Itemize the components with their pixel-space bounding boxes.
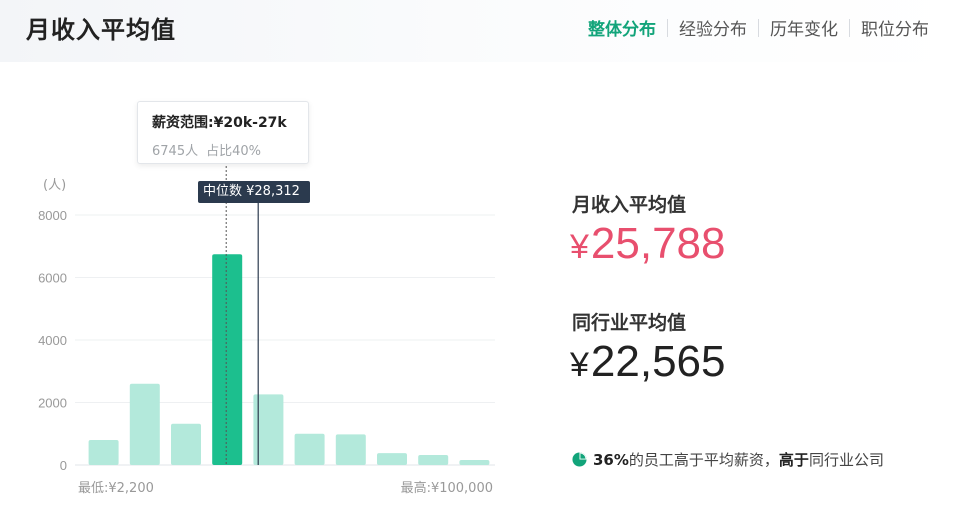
footnote-text-end: 同行业公司 (808, 451, 884, 469)
y-axis-unit: (人) (43, 178, 66, 193)
bar (335, 434, 366, 465)
average-income-label: 月收入平均值 (572, 194, 687, 216)
y-tick-label: 0 (60, 458, 67, 473)
footnote-text: 的员工高于平均薪资， (628, 451, 779, 469)
tooltip-detail: 6745人 占比40% (152, 140, 294, 159)
tab-experience[interactable]: 经验分布 (679, 15, 747, 40)
average-amount: 25,788 (590, 219, 726, 268)
tab-position[interactable]: 职位分布 (861, 15, 929, 40)
footnote-emphasis: 高于 (778, 451, 809, 469)
bar (294, 433, 325, 465)
y-tick-label: 2000 (38, 396, 67, 411)
bar (377, 453, 407, 465)
median-label: 中位数 ¥28,312 (198, 181, 310, 203)
tooltip-range: 薪资范围:¥20k-27k (152, 115, 287, 131)
industry-amount: 22,565 (590, 337, 726, 386)
x-min-label: 最低:¥2,200 (78, 481, 154, 496)
tab-divider (758, 18, 759, 37)
page-title: 月收入平均值 (26, 16, 176, 44)
footnote-percent: 36% (593, 450, 629, 469)
bar-tooltip: 薪资范围:¥20k-27k 6745人 占比40% (137, 101, 309, 164)
tab-overall[interactable]: 整体分布 (588, 15, 656, 40)
y-tick-label: 6000 (38, 271, 67, 286)
bar (88, 440, 119, 465)
tab-divider (849, 18, 850, 37)
bar-highlighted (212, 254, 243, 465)
footnote: 36% 的员工高于平均薪资， 高于 同行业公司 (572, 449, 884, 470)
y-tick-label: 8000 (38, 208, 67, 223)
tooltip-count: 6745人 (152, 144, 199, 159)
pie-chart-icon (572, 452, 587, 467)
industry-average-label: 同行业平均值 (572, 312, 687, 334)
tab-divider (667, 18, 668, 37)
industry-average-value: ¥22,565 (570, 337, 726, 390)
bar (171, 423, 201, 465)
bar (418, 455, 449, 465)
tab-bar: 整体分布 经验分布 历年变化 职位分布 (588, 15, 929, 40)
tab-history[interactable]: 历年变化 (770, 15, 838, 40)
x-max-label: 最高:¥100,000 (401, 480, 493, 496)
tooltip-share: 占比40% (206, 144, 261, 159)
industry-currency: ¥ (570, 346, 589, 384)
bar (459, 460, 490, 465)
header-bar: 月收入平均值 整体分布 经验分布 历年变化 职位分布 (0, 0, 961, 62)
average-currency: ¥ (570, 228, 589, 266)
y-tick-label: 4000 (38, 333, 67, 348)
bar (129, 383, 160, 465)
average-income-value: ¥25,788 (570, 219, 726, 272)
